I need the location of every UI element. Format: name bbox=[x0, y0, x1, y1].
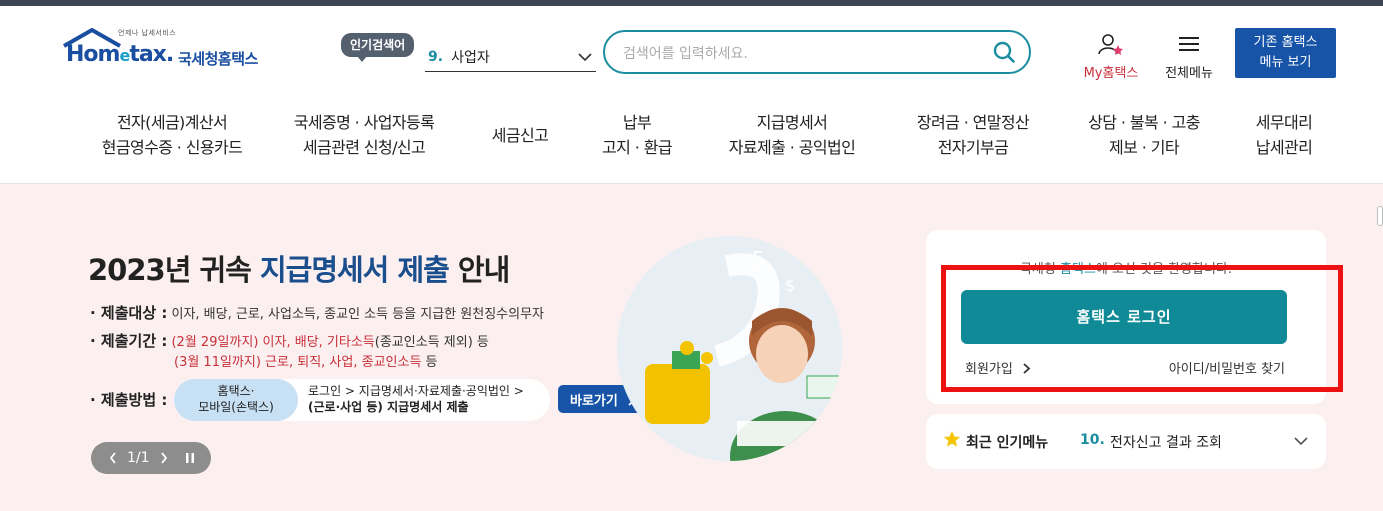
side-scroll-handle[interactable] bbox=[1377, 206, 1383, 226]
chevron-down-icon bbox=[578, 53, 592, 62]
svg-text:5: 5 bbox=[752, 247, 765, 271]
all-menu-label: 전체메뉴 bbox=[1165, 66, 1213, 81]
my-hometax-label: My홈택스 bbox=[1083, 66, 1139, 81]
gnb-item-payment[interactable]: 납부 고지 · 환급 bbox=[585, 110, 689, 160]
legacy-menu-line1: 기존 홈택스 bbox=[1253, 35, 1318, 50]
search-input[interactable]: 검색어를 입력하세요. bbox=[623, 43, 748, 63]
prev-icon[interactable] bbox=[109, 452, 117, 464]
pause-icon[interactable] bbox=[184, 452, 196, 464]
gnb-item-tax-report[interactable]: 세금신고 bbox=[480, 123, 560, 148]
search-bar[interactable]: 검색어를 입력하세요. bbox=[603, 30, 1031, 74]
method-path: 로그인 > 지급명세서·자료제출·공익법인 > (근로·사업 등) 지급명세서 제… bbox=[308, 384, 524, 414]
search-icon[interactable] bbox=[993, 41, 1015, 63]
logo-tagline: 언제나 납세서비스 bbox=[118, 29, 177, 37]
site-header: 언제나 납세서비스 Hometax. 국세청홈택스 인기검색어 9. 사업자 검… bbox=[0, 6, 1383, 184]
popular-search-badge: 인기검색어 bbox=[341, 33, 415, 62]
gnb-item-certificate[interactable]: 국세증명 · 사업자등록 세금관련 신청/신고 bbox=[274, 110, 454, 160]
highlight-frame bbox=[941, 265, 1343, 392]
recent-term: 전자신고 결과 조회 bbox=[1110, 435, 1222, 451]
popular-rank: 9. bbox=[428, 48, 444, 65]
legacy-menu-button[interactable]: 기존 홈택스 메뉴 보기 bbox=[1235, 28, 1336, 78]
method-label: · 제출방법 : bbox=[90, 391, 168, 409]
chevron-down-icon[interactable] bbox=[1294, 436, 1308, 446]
period-row: · 제출기간 : (2월 29일까지) 이자, 배당, 기타소득(종교인소득 제… bbox=[90, 332, 489, 350]
gnb-item-invoice[interactable]: 전자(세금)계산서 현금영수증 · 신용카드 bbox=[82, 110, 262, 160]
logo-korean-name: 국세청홈택스 bbox=[178, 50, 258, 68]
user-icon bbox=[1098, 34, 1123, 55]
star-icon bbox=[944, 431, 960, 447]
period-row-2: (3월 11일까지) 근로, 퇴직, 사업, 종교인소득 등 bbox=[174, 355, 438, 370]
popular-term: 사업자 bbox=[451, 49, 490, 66]
method-box: 홈택스· 모바일(손택스) 로그인 > 지급명세서·자료제출·공익법인 > (근로·… bbox=[174, 379, 550, 421]
gnb-item-payment-statement[interactable]: 지급명세서 자료제출 · 공익법인 bbox=[712, 110, 872, 160]
hometax-logo[interactable]: 언제나 납세서비스 Hometax. 국세청홈택스 bbox=[62, 28, 282, 78]
pager-count: 1/1 bbox=[127, 450, 150, 466]
banner-pager: 1/1 bbox=[91, 442, 211, 474]
recent-rank: 10. bbox=[1080, 432, 1105, 448]
all-menu-button[interactable]: 전체메뉴 bbox=[1158, 32, 1220, 81]
svg-text:$: $ bbox=[785, 276, 795, 295]
gnb-item-tax-agent[interactable]: 세무대리 납세관리 bbox=[1240, 110, 1328, 160]
recent-popular-menu[interactable]: 최근 인기메뉴 10. 전자신고 결과 조회 bbox=[926, 414, 1326, 469]
logo-wordmark: Hometax. bbox=[66, 42, 174, 67]
next-icon[interactable] bbox=[160, 452, 168, 464]
gnb-item-consult[interactable]: 상담 · 불복 · 고충 제보 · 기타 bbox=[1070, 110, 1218, 160]
recent-title: 최근 인기메뉴 bbox=[966, 435, 1049, 451]
banner-illustration: 5 $ bbox=[617, 236, 842, 461]
hamburger-icon bbox=[1179, 37, 1199, 51]
my-hometax-button[interactable]: My홈택스 bbox=[1076, 32, 1146, 81]
banner-title: 2023년 귀속 지급명세서 제출 안내 bbox=[88, 253, 510, 287]
global-nav: 전자(세금)계산서 현금영수증 · 신용카드 국세증명 · 사업자등록 세금관련 신… bbox=[0, 110, 1383, 170]
gnb-item-year-end[interactable]: 장려금 · 연말정산 전자기부금 bbox=[898, 110, 1048, 160]
target-row: · 제출대상 : 이자, 배당, 근로, 사업소득, 종교인 소득 등을 지급한… bbox=[90, 304, 544, 322]
method-pill: 홈택스· 모바일(손택스) bbox=[174, 379, 298, 421]
legacy-menu-line2: 메뉴 보기 bbox=[1259, 55, 1312, 70]
popular-search-select[interactable]: 9. 사업자 bbox=[425, 42, 596, 72]
